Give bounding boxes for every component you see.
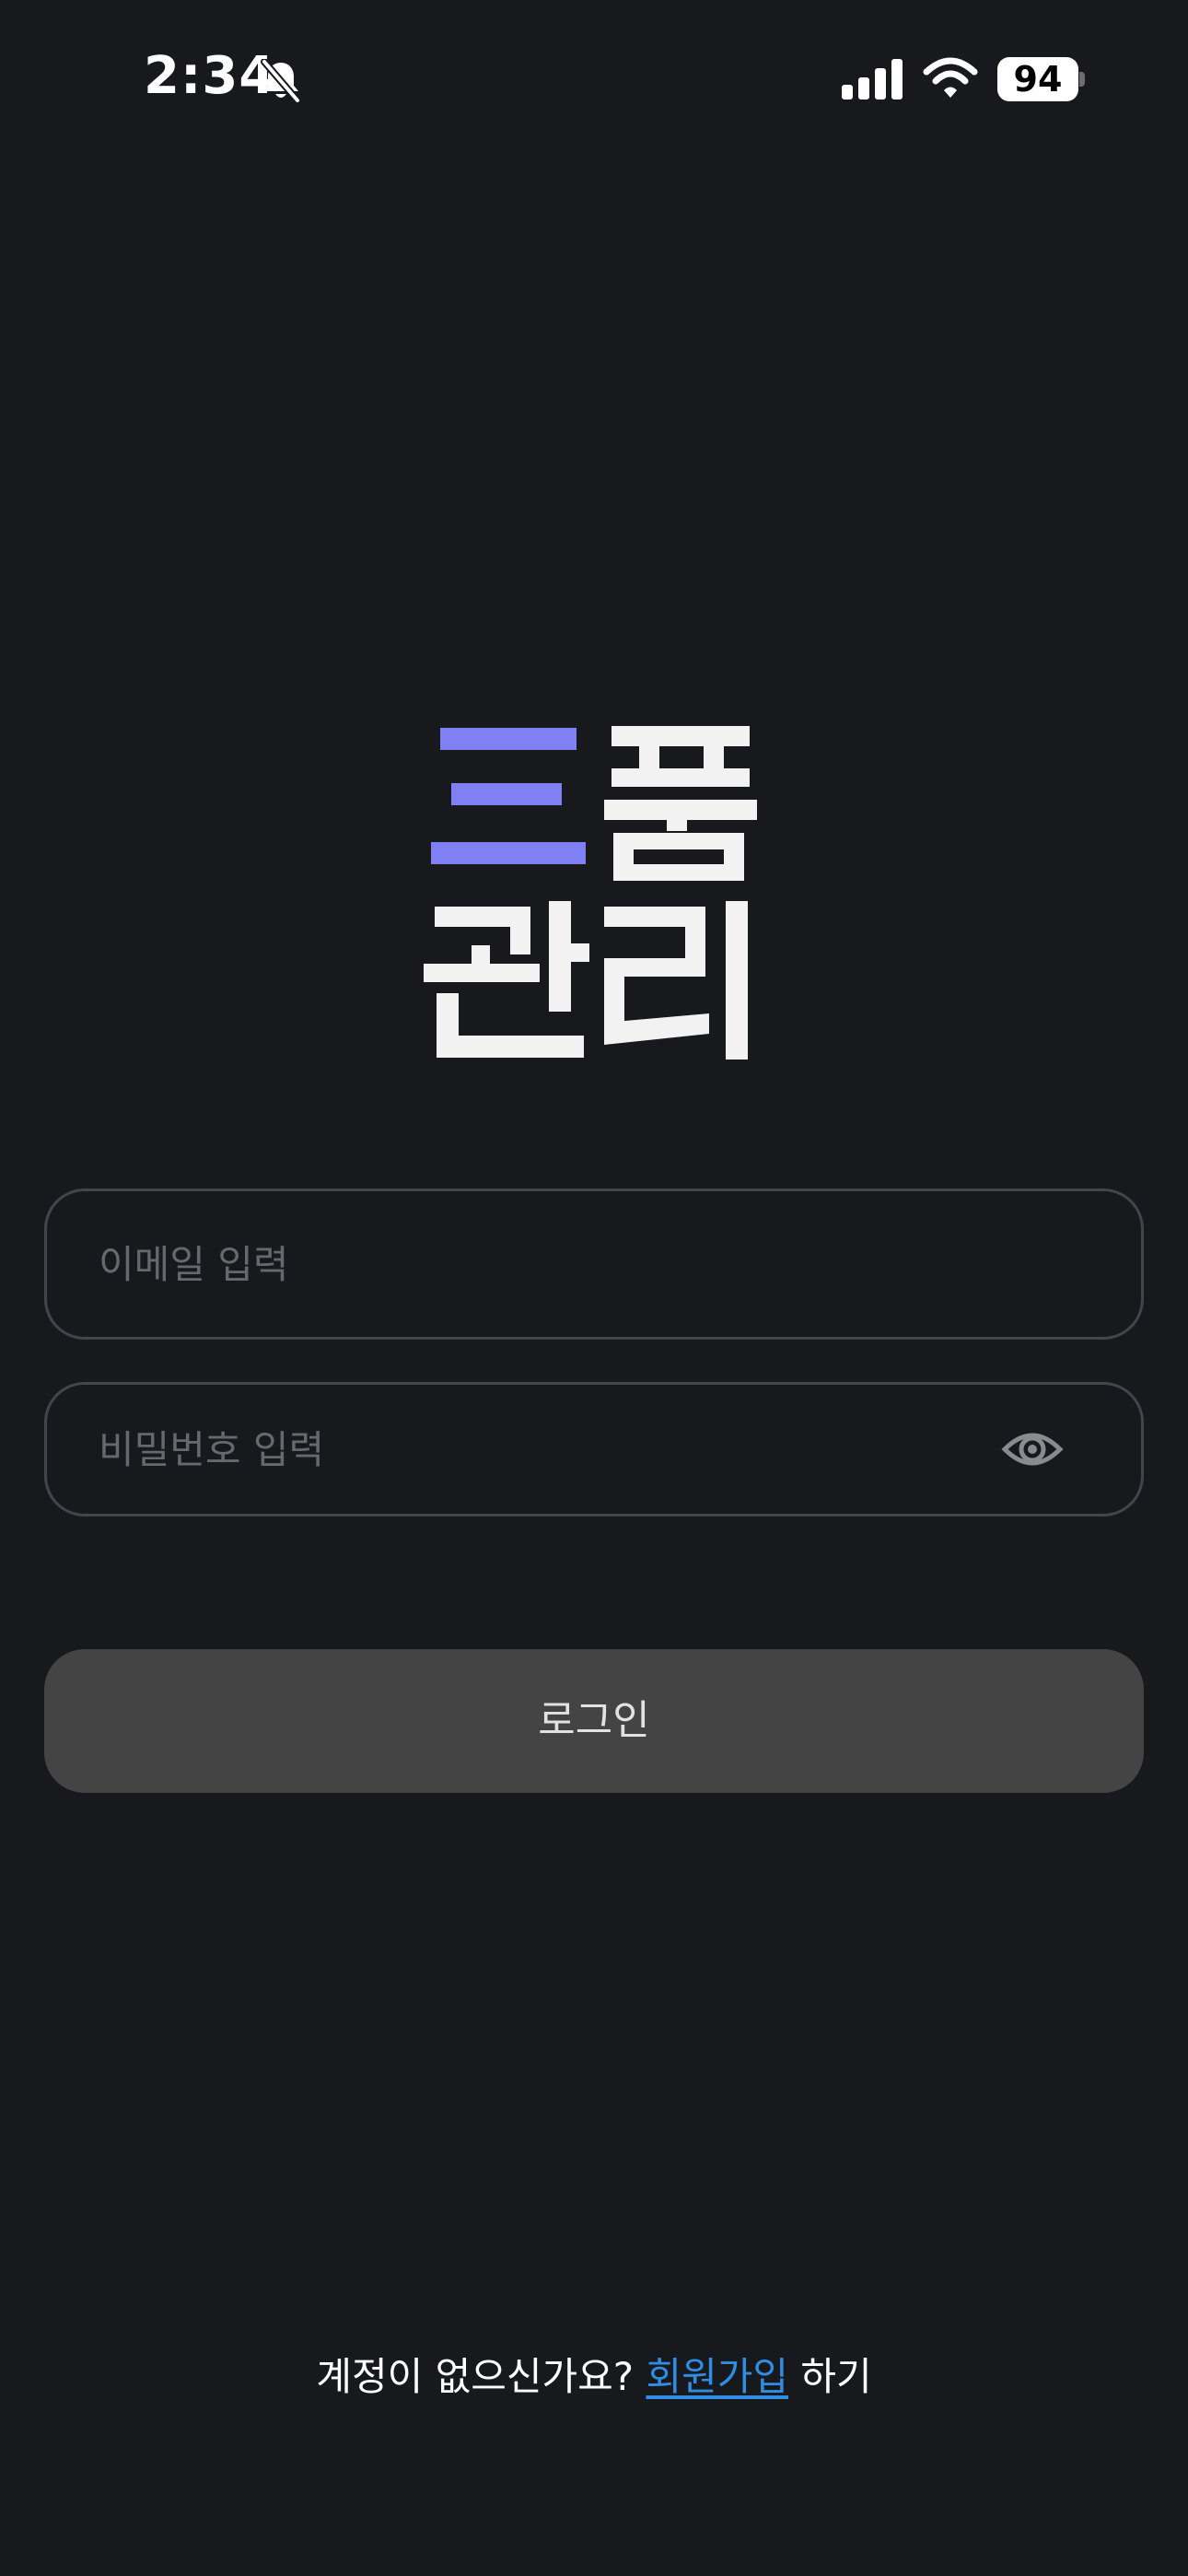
status-time: 2:34	[144, 46, 276, 106]
signup-prompt: 계정이 없으신가요? 회원가입 하기	[0, 2346, 1188, 2402]
battery-level: 94	[1013, 59, 1063, 100]
bell-slash-icon	[261, 59, 301, 103]
email-field[interactable]	[44, 1188, 1144, 1340]
eye-icon[interactable]	[1001, 1427, 1064, 1471]
signup-suffix-text: 하기	[800, 2354, 872, 2399]
password-input[interactable]	[99, 1385, 927, 1514]
password-field[interactable]	[44, 1382, 1144, 1516]
wifi-icon	[923, 57, 978, 98]
battery-cap	[1079, 72, 1085, 87]
email-input[interactable]	[99, 1191, 927, 1337]
battery-icon: 94	[997, 57, 1078, 101]
signup-link[interactable]: 회원가입	[646, 2354, 788, 2399]
app-logo	[424, 726, 757, 1060]
signal-icon	[842, 59, 903, 100]
login-button[interactable]: 로그인	[44, 1649, 1144, 1793]
status-bar: 2:34 94	[0, 0, 1188, 162]
signup-prompt-text: 계정이 없으신가요?	[316, 2354, 635, 2399]
